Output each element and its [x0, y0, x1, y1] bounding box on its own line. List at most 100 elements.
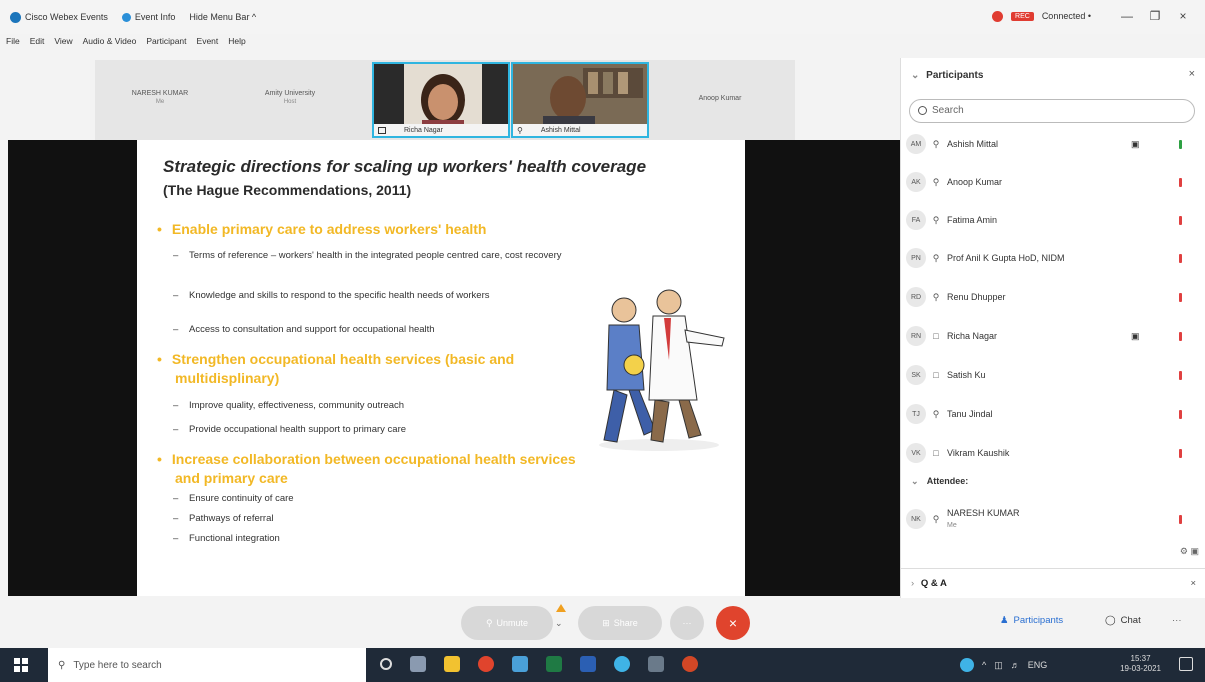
- panel-more-button[interactable]: ···: [1172, 615, 1182, 626]
- menu-help[interactable]: Help: [228, 36, 245, 46]
- participant-name: Fatima Amin: [947, 215, 998, 225]
- menu-event[interactable]: Event: [197, 36, 219, 46]
- powerpoint-icon[interactable]: [682, 656, 698, 672]
- webex-tray-icon[interactable]: [960, 658, 974, 672]
- restore-button[interactable]: ❐: [1145, 9, 1165, 23]
- participant-row[interactable]: VK □ Vikram Kaushik: [901, 434, 1201, 472]
- menu-view[interactable]: View: [54, 36, 72, 46]
- participant-search-input[interactable]: Search: [909, 99, 1195, 123]
- close-panel-icon[interactable]: ×: [1189, 68, 1195, 80]
- chat-toggle-button[interactable]: ◯ Chat: [1105, 615, 1141, 626]
- word-icon[interactable]: [580, 656, 596, 672]
- participant-row[interactable]: FA ⚲ Fatima Amin: [901, 201, 1201, 239]
- participant-row[interactable]: AM ⚲ Ashish Mittal ▣: [901, 125, 1201, 163]
- menu-edit[interactable]: Edit: [30, 36, 45, 46]
- menu-participant[interactable]: Participant: [146, 36, 186, 46]
- muted-mic-icon[interactable]: [1179, 448, 1182, 458]
- participant-row[interactable]: PN ⚲ Prof Anil K Gupta HoD, NIDM: [901, 239, 1201, 277]
- bullet-text: Enable primary care to address workers' …: [171, 221, 487, 237]
- tray-expand-icon[interactable]: ^: [982, 660, 986, 670]
- subitem-text: Access to consultation and support for o…: [189, 324, 435, 335]
- minimize-button[interactable]: —: [1117, 9, 1137, 23]
- unmute-button[interactable]: ⚲ Unmute: [461, 606, 553, 640]
- connection-status[interactable]: Connected •: [1042, 11, 1091, 21]
- notifications-icon[interactable]: [1179, 657, 1193, 671]
- screen-icon: [378, 126, 386, 134]
- input-language[interactable]: ENG: [1028, 660, 1048, 670]
- muted-mic-icon[interactable]: [1179, 253, 1182, 263]
- share-label: Share: [613, 618, 638, 628]
- participant-row[interactable]: SK □ Satish Ku: [901, 356, 1201, 394]
- menu-audio-video[interactable]: Audio & Video: [83, 36, 137, 46]
- avatar: AK: [906, 172, 926, 192]
- video-strip: NARESH KUMAR Me Amity University Host Ri…: [95, 60, 795, 140]
- audio-options-chevron-icon[interactable]: ⌄: [555, 618, 563, 629]
- muted-mic-icon[interactable]: [1179, 215, 1182, 225]
- strip-name: Anoop Kumar: [698, 95, 742, 102]
- cortana-icon[interactable]: [380, 658, 392, 670]
- slide-subitem: – Terms of reference – workers' health in…: [173, 250, 562, 261]
- taskbar-search-input[interactable]: ⚲ Type here to search: [48, 648, 366, 682]
- browser-app-icon[interactable]: [648, 656, 664, 672]
- slide-subitem: – Pathways of referral: [173, 513, 274, 524]
- taskbar-pinned-apps: [380, 656, 698, 672]
- file-explorer-icon[interactable]: [444, 656, 460, 672]
- event-info-button[interactable]: Event Info: [121, 12, 175, 22]
- slide-subtitle: (The Hague Recommendations, 2011): [163, 182, 412, 198]
- subitem-text: Provide occupational health support to p…: [189, 424, 407, 435]
- webex-taskbar-icon[interactable]: [614, 656, 630, 672]
- leave-meeting-button[interactable]: ×: [716, 606, 750, 640]
- more-options-button[interactable]: ···: [670, 606, 704, 640]
- unmuted-mic-icon[interactable]: [1179, 139, 1182, 149]
- menu-file[interactable]: File: [6, 36, 20, 46]
- strip-participant[interactable]: NARESH KUMAR Me: [115, 90, 205, 105]
- network-icon[interactable]: ◫: [994, 660, 1003, 671]
- attendee-section-header[interactable]: ⌄ Attendee:: [911, 476, 968, 487]
- participant-row[interactable]: RD ⚲ Renu Dhupper: [901, 278, 1201, 316]
- tile-name: Ashish Mittal: [540, 126, 581, 134]
- camera-icon: ▣: [1131, 330, 1140, 341]
- video-tile-ashish[interactable]: ⚲ Ashish Mittal: [511, 62, 649, 138]
- network-app-icon[interactable]: [512, 656, 528, 672]
- excel-icon[interactable]: [546, 656, 562, 672]
- mic-icon: ⚲: [932, 252, 940, 263]
- hide-menu-label: Hide Menu Bar ^: [189, 12, 257, 22]
- participants-toggle-button[interactable]: ♟ Participants: [1000, 615, 1063, 626]
- muted-mic-icon[interactable]: [1179, 370, 1182, 380]
- qa-label: Q & A: [920, 578, 947, 589]
- clock[interactable]: 15:37 19-03-2021: [1120, 654, 1161, 674]
- video-tile-richa[interactable]: Richa Nagar: [372, 62, 510, 138]
- search-icon: [918, 106, 927, 115]
- tile-label: Richa Nagar: [374, 124, 508, 136]
- avatar: FA: [906, 210, 926, 230]
- participant-row[interactable]: AK ⚲ Anoop Kumar: [901, 163, 1201, 201]
- participant-row[interactable]: RN □ Richa Nagar ▣: [901, 317, 1201, 355]
- attendee-name-text: NARESH KUMAR: [947, 507, 1020, 518]
- attendee-row[interactable]: NK ⚲ NARESH KUMAR Me: [901, 500, 1201, 538]
- strip-participant[interactable]: Anoop Kumar: [670, 95, 770, 102]
- volume-icon[interactable]: ♬: [1011, 660, 1020, 670]
- strip-participant[interactable]: Amity University Host: [245, 90, 335, 105]
- app-title[interactable]: Cisco Webex Events: [10, 11, 108, 23]
- muted-mic-icon[interactable]: [1179, 331, 1182, 341]
- muted-mic-icon[interactable]: [1179, 514, 1182, 524]
- chrome-icon[interactable]: [478, 656, 494, 672]
- task-view-icon[interactable]: [410, 656, 426, 672]
- windows-start-icon[interactable]: [14, 658, 28, 672]
- participant-row[interactable]: TJ ⚲ Tanu Jindal: [901, 395, 1201, 433]
- close-qa-icon[interactable]: ×: [1190, 569, 1196, 599]
- participant-video-icon: [513, 64, 647, 130]
- panel-options-icon[interactable]: ⚙ ▣: [1180, 546, 1199, 557]
- close-window-button[interactable]: ×: [1173, 9, 1193, 23]
- slide-subitem: – Ensure continuity of care: [173, 493, 294, 504]
- hide-menu-bar-button[interactable]: Hide Menu Bar ^: [189, 12, 256, 22]
- muted-mic-icon[interactable]: [1179, 292, 1182, 302]
- muted-mic-icon[interactable]: [1179, 409, 1182, 419]
- share-button[interactable]: ⊞ Share: [578, 606, 662, 640]
- qa-section-header[interactable]: › Q & A ×: [901, 568, 1205, 598]
- muted-mic-icon[interactable]: [1179, 177, 1182, 187]
- slide-subitem: – Improve quality, effectiveness, communi…: [173, 400, 405, 411]
- participants-panel-header[interactable]: ⌄ Participants: [911, 70, 983, 81]
- recording-dot-icon: [992, 10, 1004, 22]
- recording-badge[interactable]: REC: [1011, 11, 1034, 21]
